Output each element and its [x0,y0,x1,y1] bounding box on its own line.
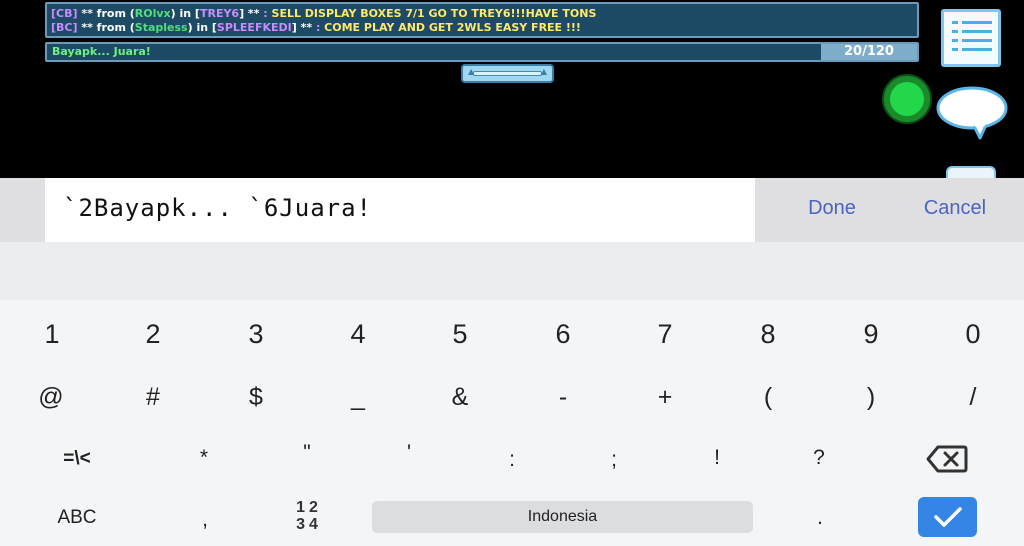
key-question[interactable]: ? [768,446,870,470]
space-key[interactable]: Indonesia [372,501,753,533]
chat-colon: : [312,21,325,34]
key-underscore[interactable]: _ [307,383,409,412]
key-8[interactable]: 8 [717,319,819,350]
key-semicolon[interactable]: ; [563,448,665,472]
key-slash[interactable]: / [922,383,1024,412]
enter-key[interactable] [918,497,977,537]
key-asterisk[interactable]: * [153,446,255,470]
chat-in: ) in [ [187,21,217,34]
chat-text: COME PLAY AND GET 2WLS EASY FREE !!! [324,21,581,34]
chat-text: SELL DISPLAY BOXES 7/1 GO TO TREY6!!!HAV… [271,7,597,20]
chat-stars: ] ** [239,7,260,20]
key-dollar[interactable]: $ [205,383,307,412]
done-button[interactable]: Done [790,178,874,238]
key-plus[interactable]: + [614,383,716,412]
chat-prefix: [CB] [51,7,78,20]
chat-sender: Stapless [134,21,188,34]
key-1[interactable]: 1 [1,319,103,350]
chat-message: [BC] ** from (Stapless) in [SPLEEFKEDI] … [51,21,913,35]
key-6[interactable]: 6 [512,319,614,350]
game-view: [CB] ** from (ROlvx) in [TREY6] ** : SEL… [0,0,1024,180]
key-3[interactable]: 3 [205,319,307,350]
key-2[interactable]: 2 [102,319,204,350]
key-comma[interactable]: , [154,508,256,532]
key-9[interactable]: 9 [820,319,922,350]
chat-prefix: [BC] [51,21,78,34]
key-minus[interactable]: - [512,383,614,412]
key-numpad[interactable]: 12 34 [258,499,360,533]
key-5[interactable]: 5 [409,319,511,350]
key-ampersand[interactable]: & [409,383,511,412]
list-icon [952,21,958,24]
key-hash[interactable]: # [102,383,204,412]
key-period[interactable]: . [769,506,871,530]
chat-in: ) in [ [170,7,200,20]
char-counter: 20/120 [821,44,917,60]
chevron-up-icon: ▲ [540,67,547,76]
key-open-paren[interactable]: ( [717,383,819,412]
text-input-field[interactable]: `2Bayapk... `6Juara! [45,178,755,242]
key-exclamation[interactable]: ! [666,446,768,470]
key-4[interactable]: 4 [307,319,409,350]
key-single-quote[interactable]: ' [358,441,460,465]
checkmark-icon [934,507,962,527]
chat-world: SPLEEFKEDI [216,21,292,34]
key-colon[interactable]: : [461,448,563,472]
speech-bubble-icon[interactable] [934,84,1010,142]
numpad-label-top: 12 [296,499,322,516]
key-more-symbols[interactable]: =\< [26,448,128,470]
chat-message: [CB] ** from (ROlvx) in [TREY6] ** : SEL… [51,7,913,21]
edit-bar: `2Bayapk... `6Juara! Done Cancel [0,178,1024,242]
key-double-quote[interactable]: " [256,441,358,465]
chat-from: ** from ( [77,7,135,20]
menu-button[interactable] [941,9,1001,67]
chat-sender: ROlvx [134,7,171,20]
chat-input-bar[interactable]: Bayapk... Juara! 20/120 [45,42,919,62]
keyboard-toolbar [0,242,1024,300]
chat-log[interactable]: [CB] ** from (ROlvx) in [TREY6] ** : SEL… [45,2,919,38]
key-7[interactable]: 7 [614,319,716,350]
chat-from: ** from ( [77,21,135,34]
key-at[interactable]: @ [0,383,102,412]
chat-resize-handle[interactable]: ▲ ▲ [461,64,554,83]
numpad-label-bottom: 34 [296,516,322,533]
key-0[interactable]: 0 [922,319,1024,350]
chat-colon: : [259,7,272,20]
cancel-button[interactable]: Cancel [905,178,1005,238]
backspace-icon[interactable] [926,444,968,474]
key-close-paren[interactable]: ) [820,383,922,412]
chat-stars: ] ** [291,21,313,34]
chat-input-preview: Bayapk... Juara! [52,45,151,58]
handle-bar [473,71,542,76]
chat-world: TREY6 [199,7,240,20]
key-abc[interactable]: ABC [26,507,128,529]
online-status-icon[interactable] [882,74,932,124]
